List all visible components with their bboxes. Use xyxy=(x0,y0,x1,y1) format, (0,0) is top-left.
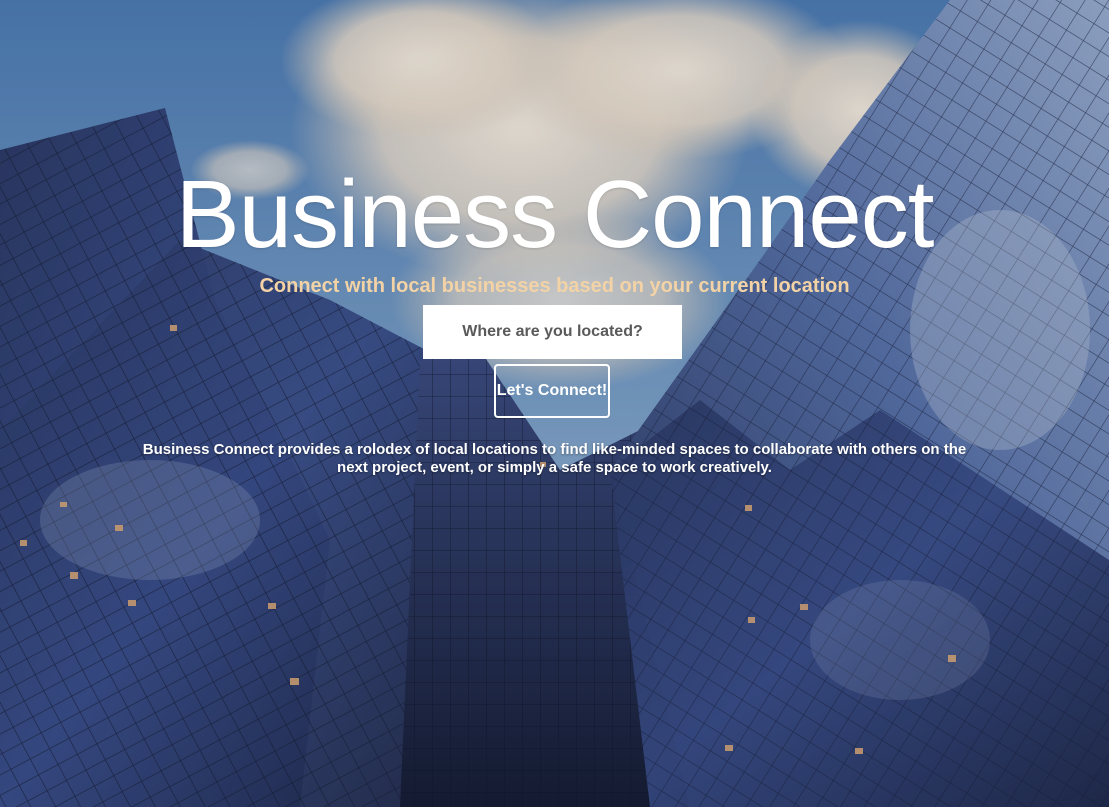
location-search-input[interactable] xyxy=(423,305,682,359)
lets-connect-button[interactable]: Let's Connect! xyxy=(494,364,610,418)
hero-subtitle: Connect with local businesses based on y… xyxy=(259,275,850,297)
hero-description: Business Connect provides a rolodex of l… xyxy=(142,441,967,476)
page-title: Business Connect xyxy=(175,161,935,268)
